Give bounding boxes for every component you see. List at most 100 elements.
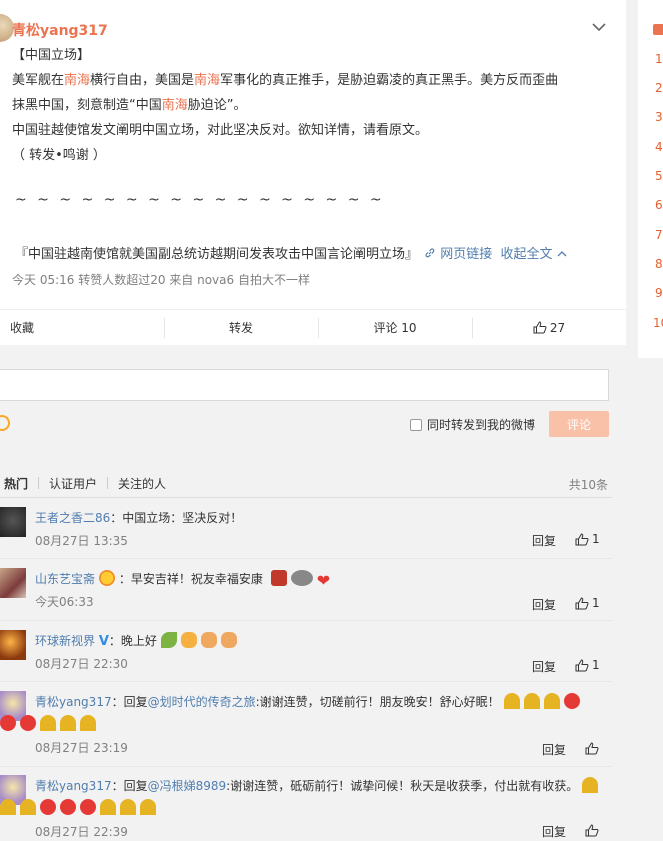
- post-actions: 收藏 转发 评论 10 27: [0, 309, 626, 345]
- comment-tabs: 热门 认证用户 关注的人: [0, 471, 612, 495]
- tab-following[interactable]: 关注的人: [118, 475, 176, 492]
- commenter-name[interactable]: 青松yang317: [35, 695, 112, 709]
- thumbs-up-icon: [533, 321, 547, 334]
- hot-rank-number[interactable]: 9: [655, 286, 663, 300]
- apple-emoji-icon: [563, 693, 580, 709]
- apple-emoji-icon: [80, 799, 96, 815]
- comment-input[interactable]: [0, 369, 609, 401]
- wheat-emoji-icon: [120, 799, 136, 815]
- wheat-emoji-icon: [0, 799, 16, 815]
- also-repost-label: 同时转发到我的微博: [427, 418, 536, 432]
- comment-time: 08月27日 22:30: [35, 657, 128, 671]
- comment-text-continued: [0, 713, 100, 735]
- comment-text: 山东艺宝斋 ：早安吉祥！祝友幸福安康 ❤: [35, 570, 331, 590]
- wheat-emoji-icon: [140, 799, 156, 815]
- wheat-emoji-icon: [60, 715, 76, 731]
- post-line: 中国驻越使馆发文阐明中国立场，对此坚决反对。欲知详情，请看原文。: [12, 123, 429, 138]
- submit-comment-button[interactable]: 评论: [549, 411, 609, 437]
- comment-text: 环球新视界 V：晚上好: [35, 630, 241, 653]
- hot-list-panel: 1 2 3 4 5 6 7 8 9 10: [638, 0, 663, 358]
- commenter-name[interactable]: 王者之香二86: [35, 511, 110, 525]
- link-icon: [425, 248, 435, 258]
- reply-button[interactable]: 回复: [532, 532, 556, 549]
- handshake-emoji-icon: [220, 632, 237, 648]
- chevron-down-icon[interactable]: [592, 22, 606, 32]
- commenter-name[interactable]: 青松yang317: [35, 779, 112, 793]
- hot-rank-number[interactable]: 2: [655, 81, 663, 95]
- tab-divider: [38, 477, 40, 489]
- hot-rank-number[interactable]: 10: [653, 316, 663, 330]
- like-count: 1: [592, 596, 600, 610]
- tab-divider: [107, 477, 109, 489]
- web-link[interactable]: 网页链接: [440, 247, 492, 262]
- reply-button[interactable]: 回复: [532, 658, 556, 675]
- hot-rank-number[interactable]: 8: [655, 257, 663, 271]
- wheat-emoji-icon: [523, 693, 540, 709]
- apple-emoji-icon: [60, 799, 76, 815]
- thumbs-up-icon[interactable]: [575, 597, 589, 610]
- thumbs-up-icon[interactable]: [575, 659, 589, 672]
- post-line: 抹黑中国，刻意制造“中国南海胁迫论”。: [12, 98, 247, 113]
- verified-v-icon: V: [98, 634, 109, 649]
- thumbs-up-emoji-icon: [180, 632, 197, 648]
- thumbs-up-icon[interactable]: [585, 742, 599, 755]
- comment-text: 青松yang317：回复@划时代的传奇之旅:谢谢连赞，切磋前行！朋友晚安！舒心好…: [35, 691, 584, 713]
- post-card: 青松yang317 【中国立场】 美军舰在南海横行自由，美国是南海军事化的真正推…: [0, 0, 626, 345]
- hot-rank-number[interactable]: 5: [655, 169, 663, 183]
- thumbs-up-icon[interactable]: [585, 824, 599, 837]
- hot-list-icon: [653, 24, 663, 35]
- emoji-picker-icon[interactable]: [0, 415, 10, 431]
- post-text: 【中国立场】 美军舰在南海横行自由，美国是南海军事化的真正推手，是胁迫霸凌的真正…: [12, 43, 612, 168]
- mention-link[interactable]: @划时代的传奇之旅: [148, 695, 256, 709]
- like-button[interactable]: 27: [472, 310, 626, 345]
- tab-hot[interactable]: 热门: [0, 475, 38, 492]
- hot-rank-number[interactable]: 1: [655, 52, 663, 66]
- apple-emoji-icon: [40, 799, 56, 815]
- handshake-emoji-icon: [200, 632, 217, 648]
- apple-emoji-icon: [20, 715, 36, 731]
- wheat-emoji-icon: [503, 693, 520, 709]
- mention-link[interactable]: @冯根娣8989: [148, 779, 227, 793]
- commenter-name[interactable]: 环球新视界: [35, 634, 95, 648]
- crown-badge-icon: [98, 570, 115, 586]
- post-line: 【中国立场】: [12, 48, 91, 63]
- reply-button[interactable]: 回复: [542, 741, 566, 758]
- chevron-up-icon[interactable]: [557, 250, 567, 258]
- wheat-emoji-icon: [40, 715, 56, 731]
- comment-button[interactable]: 评论 10: [318, 310, 472, 345]
- collapse-full-text[interactable]: 收起全文: [500, 247, 552, 262]
- heart-icon: ❤: [316, 571, 331, 590]
- like-count: 1: [592, 532, 600, 546]
- avatar[interactable]: [0, 630, 26, 660]
- post-line: 美军舰在南海横行自由，美国是南海军事化的真正推手，是胁迫霸凌的真正黑手。美方反而…: [12, 73, 559, 88]
- comment-time: 今天06:33: [35, 595, 94, 609]
- hot-rank-number[interactable]: 4: [655, 140, 663, 154]
- avatar[interactable]: [0, 568, 26, 598]
- plant-emoji-icon: [160, 632, 177, 648]
- also-repost-checkbox[interactable]: [410, 419, 422, 431]
- thumbs-up-icon[interactable]: [575, 533, 589, 546]
- divider: [0, 766, 612, 767]
- wheat-emoji-icon: [582, 777, 599, 793]
- comment-time: 08月27日 23:19: [35, 741, 128, 755]
- comment-time: 08月27日 13:35: [35, 534, 128, 548]
- comment-text-continued: [0, 797, 160, 819]
- repost-button[interactable]: 转发: [164, 310, 318, 345]
- tab-verified[interactable]: 认证用户: [49, 475, 107, 492]
- reply-button[interactable]: 回复: [532, 596, 556, 613]
- commenter-name[interactable]: 山东艺宝斋: [35, 572, 95, 586]
- comment-count: 共10条: [568, 478, 608, 492]
- family-emoji-icon: [290, 570, 313, 586]
- hot-rank-number[interactable]: 7: [655, 228, 663, 242]
- hot-rank-number[interactable]: 3: [655, 110, 663, 124]
- hot-rank-number[interactable]: 6: [655, 198, 663, 212]
- post-meta: 今天 05:16 转赞人数超过20 来自 nova6 自拍大不一样: [12, 273, 310, 287]
- reply-button[interactable]: 回复: [542, 823, 566, 840]
- post-author-name[interactable]: 青松yang317: [12, 20, 108, 40]
- wheat-emoji-icon: [80, 715, 96, 731]
- divider: [0, 681, 612, 682]
- tilde-separator: ~ ~ ~ ~ ~ ~ ~ ~ ~ ~ ~ ~ ~ ~ ~ ~ ~: [15, 192, 385, 208]
- comment-time: 08月27日 22:39: [35, 825, 128, 839]
- avatar[interactable]: [0, 507, 26, 537]
- favorite-button[interactable]: 收藏: [0, 310, 164, 345]
